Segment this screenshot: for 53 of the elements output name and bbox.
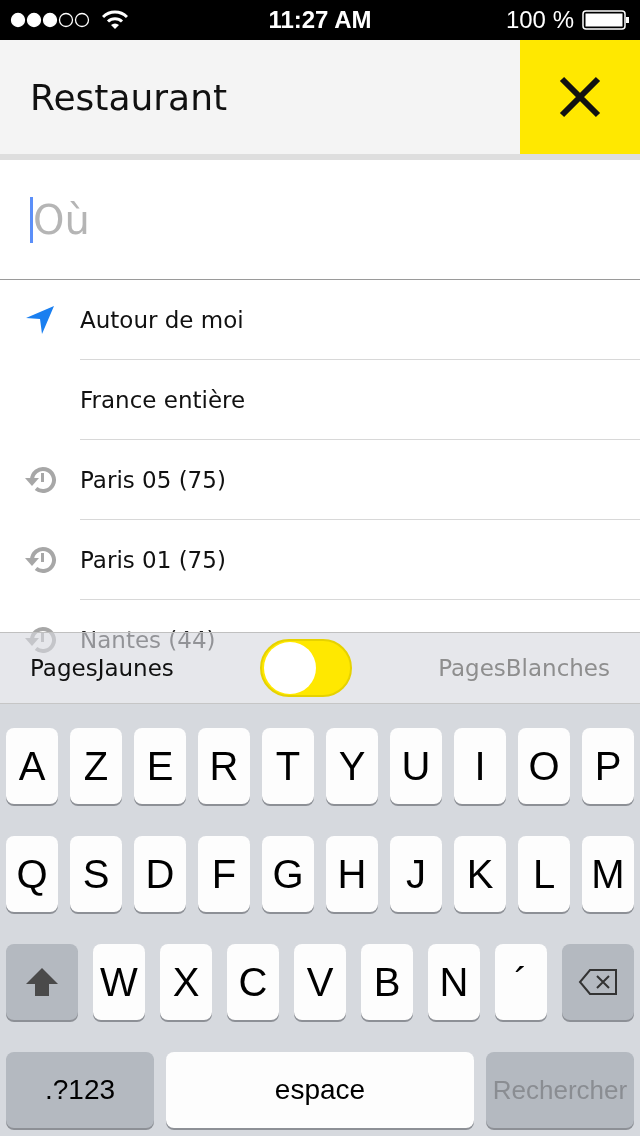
toggle-knob[interactable] — [264, 642, 316, 694]
keyboard-key[interactable]: K — [454, 836, 506, 912]
delete-key[interactable] — [562, 944, 634, 1020]
keyboard-key[interactable]: R — [198, 728, 250, 804]
history-icon — [23, 464, 57, 496]
keyboard-key[interactable]: H — [326, 836, 378, 912]
text-cursor — [30, 196, 33, 243]
switch-option[interactable]: PagesJaunes — [30, 655, 174, 681]
directory-toggle[interactable] — [260, 639, 352, 697]
shift-key[interactable] — [6, 944, 78, 1020]
location-field[interactable]: Où — [33, 196, 593, 243]
wifi-icon — [102, 10, 128, 30]
keyboard-key[interactable]: T — [262, 728, 314, 804]
close-icon — [558, 75, 602, 119]
keyboard-key[interactable]: J — [390, 836, 442, 912]
keyboard-key[interactable]: W — [93, 944, 145, 1020]
history-icon — [23, 624, 57, 656]
keyboard-key[interactable]: X — [160, 944, 212, 1020]
keyboard-key[interactable]: D — [134, 836, 186, 912]
keyboard-key[interactable]: M — [582, 836, 634, 912]
keyboard-key[interactable]: Y — [326, 728, 378, 804]
keyboard-key[interactable]: L — [518, 836, 570, 912]
space-key[interactable]: espace — [166, 1052, 474, 1128]
backspace-icon — [578, 968, 618, 996]
keyboard-key[interactable]: S — [70, 836, 122, 912]
keyboard-key[interactable]: Z — [70, 728, 122, 804]
battery-percent: 100 % — [505, 6, 574, 34]
keyboard-key[interactable]: U — [390, 728, 442, 804]
location-arrow-icon — [25, 305, 55, 335]
keyboard-key[interactable]: G — [262, 836, 314, 912]
keyboard-key[interactable]: A — [6, 728, 58, 804]
keyboard-key[interactable]: ´ — [495, 944, 547, 1020]
suggestion-item[interactable]: Paris 01 (75) — [80, 520, 640, 600]
history-icon — [23, 544, 57, 576]
search-title: Restaurant — [29, 75, 229, 120]
keyboard-key[interactable]: N — [428, 944, 480, 1020]
keyboard-key[interactable]: V — [294, 944, 346, 1020]
keyboard-key[interactable]: F — [198, 836, 250, 912]
suggestion-item[interactable]: Autour de moi — [80, 280, 640, 360]
status-time: 11:27 AM — [268, 6, 372, 34]
keyboard-key[interactable]: I — [454, 728, 506, 804]
keyboard-key[interactable]: E — [134, 728, 186, 804]
keyboard-key[interactable]: O — [518, 728, 570, 804]
keyboard-key[interactable]: C — [227, 944, 279, 1020]
battery-icon — [582, 10, 630, 30]
suggestion-item[interactable]: France entière — [80, 360, 640, 440]
shift-arrow-icon — [25, 967, 59, 997]
keyboard-key[interactable]: Q — [6, 836, 58, 912]
keyboard-key[interactable]: B — [361, 944, 413, 1020]
suggestion-item[interactable]: Paris 05 (75) — [80, 440, 640, 520]
numbers-key[interactable]: .?123 — [6, 1052, 154, 1128]
keyboard-key[interactable]: P — [582, 728, 634, 804]
close-button[interactable] — [520, 40, 640, 154]
